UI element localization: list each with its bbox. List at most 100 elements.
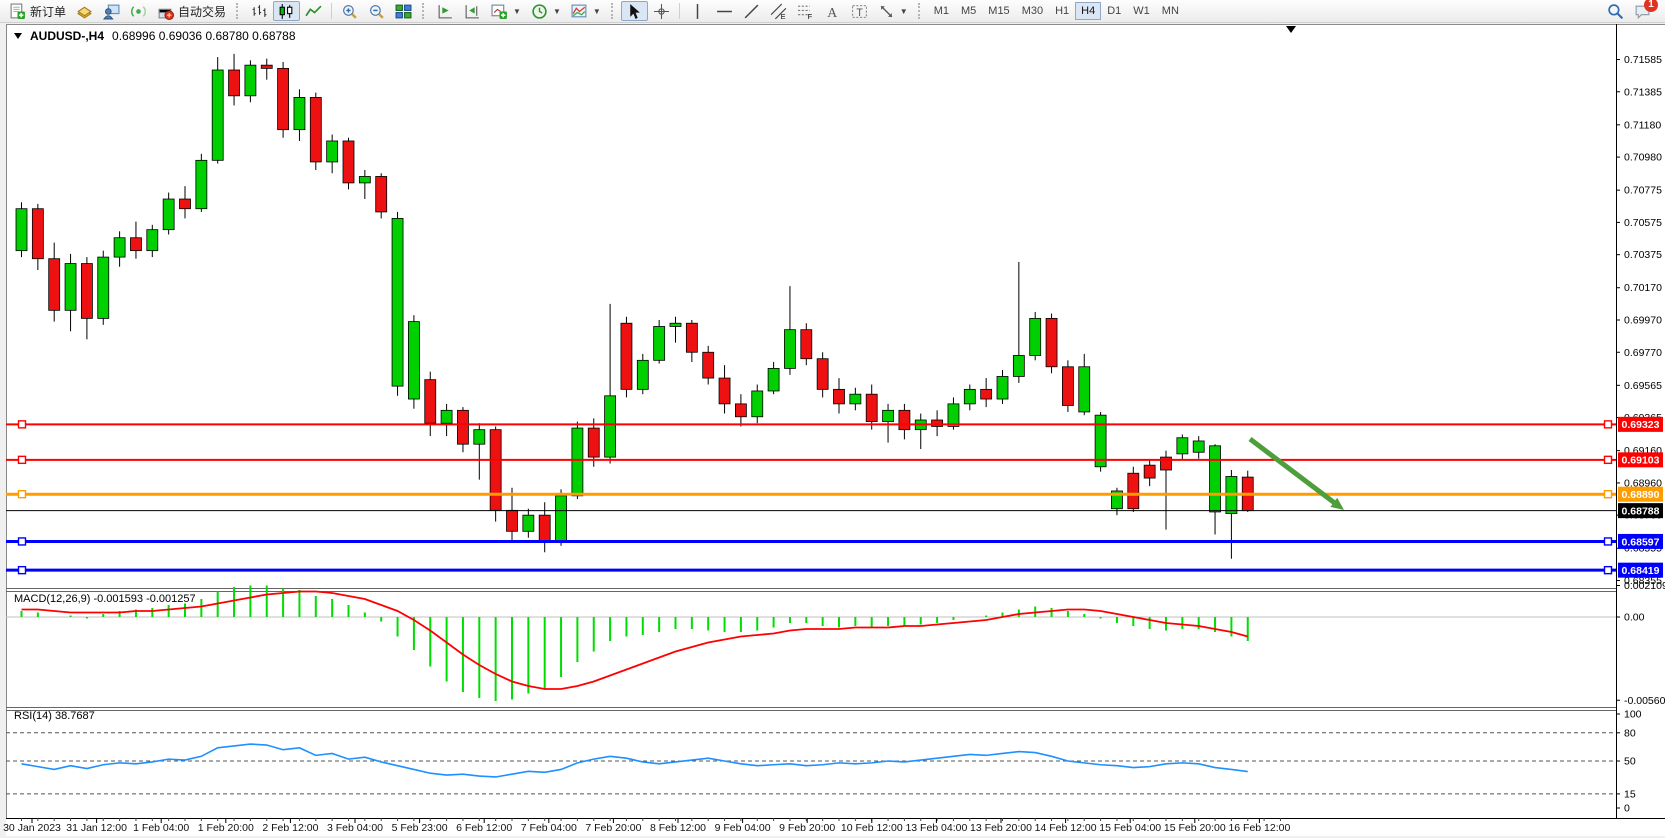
timeframe-button-d1[interactable]: D1 <box>1101 2 1127 20</box>
tile-windows-button[interactable] <box>390 1 417 21</box>
bull-candle <box>997 376 1008 399</box>
bear-candle <box>1062 367 1073 406</box>
indicators-dropdown-button[interactable]: ▼ <box>566 1 606 21</box>
bear-candle <box>49 259 60 311</box>
line-handle[interactable] <box>19 456 26 463</box>
timeframe-button-h1[interactable]: H1 <box>1049 2 1075 20</box>
svg-text:0.69103: 0.69103 <box>1622 455 1660 467</box>
arrange-charts-icon <box>437 3 454 20</box>
arrange-charts-button[interactable] <box>432 1 459 21</box>
timeframe-button-mn[interactable]: MN <box>1156 2 1185 20</box>
bar-chart-button[interactable] <box>246 1 273 21</box>
macd-indicator-label: MACD(12,26,9) -0.001593 -0.001257 <box>14 593 196 605</box>
bull-candle <box>556 496 567 541</box>
chart-window[interactable]: 0.715850.713850.711800.709800.707750.705… <box>6 24 1665 836</box>
equidistant-channel-tool[interactable]: E <box>765 1 792 21</box>
sounds-button[interactable] <box>125 1 152 21</box>
horizontal-line-icon <box>716 3 733 20</box>
arrows-shapes-icon <box>878 3 895 20</box>
timeframe-button-m5[interactable]: M5 <box>955 2 982 20</box>
timeframe-button-h4[interactable]: H4 <box>1075 2 1101 20</box>
profiles-clock-icon <box>531 3 548 20</box>
bear-candle <box>834 389 845 404</box>
bull-candle <box>441 410 452 423</box>
market-watch-button[interactable] <box>71 1 98 21</box>
bull-candle <box>768 368 779 391</box>
chart-canvas[interactable]: 0.715850.713850.711800.709800.707750.705… <box>6 24 1665 836</box>
indicators-list-icon <box>571 3 588 20</box>
svg-text:0.70375: 0.70375 <box>1624 249 1662 261</box>
bull-candle <box>294 97 305 129</box>
line-handle[interactable] <box>1605 491 1612 498</box>
search-icon[interactable] <box>1607 3 1624 20</box>
svg-text:100: 100 <box>1624 709 1642 721</box>
vertical-line-tool[interactable] <box>684 1 711 21</box>
toolbar-grip <box>236 3 241 19</box>
chart-shift-marker-icon[interactable] <box>1286 26 1296 33</box>
toolbar-separator <box>679 3 680 19</box>
main-toolbar: 新订单 自动交易 <box>0 0 1665 23</box>
bear-candle <box>180 199 191 209</box>
navigator-button[interactable] <box>98 1 125 21</box>
trendline-tool[interactable] <box>738 1 765 21</box>
line-chart-button[interactable] <box>300 1 327 21</box>
market-watch-icon <box>76 3 93 20</box>
bull-candle <box>408 322 419 399</box>
line-handle[interactable] <box>19 491 26 498</box>
crosshair-icon <box>653 3 670 20</box>
bear-candle <box>932 420 943 426</box>
new-chart-dropdown-button[interactable]: ▼ <box>486 1 526 21</box>
bear-candle <box>261 65 272 68</box>
timeframe-button-m1[interactable]: M1 <box>928 2 955 20</box>
bull-candle <box>850 394 861 404</box>
time-axis-label: 7 Feb 04:00 <box>521 822 577 834</box>
time-axis-label: 31 Jan 12:00 <box>66 822 127 834</box>
chart-dropdown-caret-icon[interactable] <box>14 33 22 39</box>
svg-text:0.68419: 0.68419 <box>1622 565 1660 577</box>
text-tool[interactable]: A <box>819 1 846 21</box>
new-order-button[interactable]: 新订单 <box>4 1 71 21</box>
svg-text:0.69970: 0.69970 <box>1624 315 1662 327</box>
bear-candle <box>588 428 599 457</box>
timeframe-button-w1[interactable]: W1 <box>1127 2 1156 20</box>
line-handle[interactable] <box>19 567 26 574</box>
candlestick-chart-icon <box>278 3 295 20</box>
arrows-shapes-dropdown[interactable]: ▼ <box>873 1 913 21</box>
rsi-indicator-label: RSI(14) 38.7687 <box>14 710 95 722</box>
bull-candle <box>523 515 534 531</box>
profiles-clock-dropdown-button[interactable]: ▼ <box>526 1 566 21</box>
bear-candle <box>719 378 730 404</box>
line-handle[interactable] <box>19 538 26 545</box>
line-handle[interactable] <box>1605 421 1612 428</box>
zoom-in-button[interactable] <box>336 1 363 21</box>
timeframe-button-m30[interactable]: M30 <box>1016 2 1049 20</box>
bar-chart-icon <box>251 3 268 20</box>
line-handle[interactable] <box>19 421 26 428</box>
toolbar-grip <box>422 3 427 19</box>
time-axis-label: 10 Feb 12:00 <box>841 822 903 834</box>
svg-text:0.69770: 0.69770 <box>1624 347 1662 359</box>
toolbar-right-group: 1 <box>1607 3 1661 20</box>
chat-button[interactable]: 1 <box>1634 3 1651 20</box>
svg-text:0.68597: 0.68597 <box>1622 536 1660 548</box>
cascade-charts-button[interactable] <box>459 1 486 21</box>
autotrading-button[interactable]: 自动交易 <box>152 1 231 21</box>
cursor-tool-button[interactable] <box>621 1 648 21</box>
line-handle[interactable] <box>1605 567 1612 574</box>
fibonacci-tool[interactable]: F <box>792 1 819 21</box>
bear-candle <box>32 209 43 259</box>
zoom-out-button[interactable] <box>363 1 390 21</box>
line-handle[interactable] <box>1605 456 1612 463</box>
svg-text:80: 80 <box>1624 727 1636 739</box>
line-handle[interactable] <box>1605 538 1612 545</box>
candlestick-chart-button[interactable] <box>273 1 300 21</box>
crosshair-tool-button[interactable] <box>648 1 675 21</box>
bear-candle <box>1128 473 1139 508</box>
timeframe-button-m15[interactable]: M15 <box>982 2 1015 20</box>
bear-candle <box>735 404 746 417</box>
bear-candle <box>81 264 92 319</box>
text-label-tool[interactable]: T <box>846 1 873 21</box>
bull-candle <box>1030 318 1041 355</box>
bear-candle <box>490 430 501 511</box>
horizontal-line-tool[interactable] <box>711 1 738 21</box>
